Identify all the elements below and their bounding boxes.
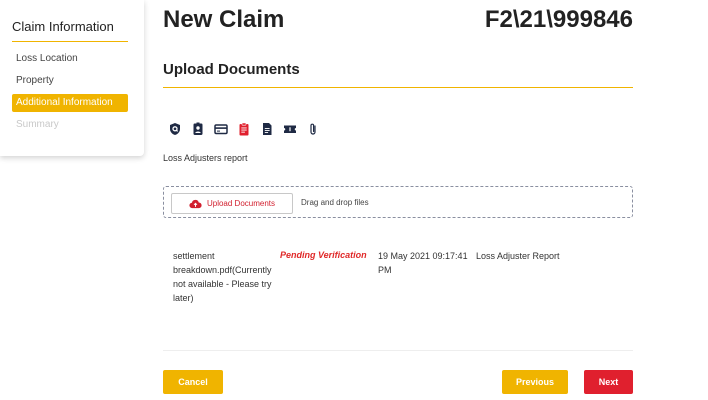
sidebar-title: Claim Information xyxy=(12,19,114,34)
drag-drop-hint: Drag and drop files xyxy=(301,198,369,207)
sidebar-item-additional-information[interactable]: Additional Information xyxy=(12,94,128,112)
file-status-badge: Pending Verification xyxy=(280,250,367,260)
previous-button[interactable]: Previous xyxy=(502,370,568,394)
file-name: settlement breakdown.pdf(Currently not a… xyxy=(173,251,272,303)
sidebar-item-property[interactable]: Property xyxy=(12,72,128,90)
document-type-icons xyxy=(168,122,320,136)
document-icon[interactable] xyxy=(260,122,274,136)
cloud-upload-icon xyxy=(189,199,202,209)
cancel-button[interactable]: Cancel xyxy=(163,370,223,394)
ticket-icon[interactable] xyxy=(283,122,297,136)
paperclip-icon[interactable] xyxy=(306,122,320,136)
section-divider xyxy=(163,87,633,88)
upload-documents-button[interactable]: Upload Documents xyxy=(171,193,293,214)
next-button[interactable]: Next xyxy=(584,370,633,394)
id-badge-icon[interactable] xyxy=(191,122,205,136)
file-document-type: Loss Adjuster Report xyxy=(476,251,560,261)
claim-number: F2\21\999846 xyxy=(484,6,633,33)
file-upload-date: 19 May 2021 09:17:41 PM xyxy=(378,251,468,275)
upload-button-label: Upload Documents xyxy=(206,199,276,208)
page-title: New Claim xyxy=(163,6,285,33)
sidebar-item-loss-location[interactable]: Loss Location xyxy=(12,50,128,68)
selected-document-type: Loss Adjusters report xyxy=(163,153,248,163)
clipboard-icon[interactable] xyxy=(237,122,251,136)
shield-icon[interactable] xyxy=(168,122,182,136)
sidebar-divider xyxy=(12,41,128,42)
section-title: Upload Documents xyxy=(163,61,300,78)
upload-dropzone[interactable]: Upload Documents Drag and drop files xyxy=(163,186,633,218)
sidebar-item-summary: Summary xyxy=(16,119,59,130)
credit-card-icon[interactable] xyxy=(214,122,228,136)
footer-divider xyxy=(163,350,633,351)
claim-info-sidebar: Claim Information Loss Location Property… xyxy=(0,0,144,156)
